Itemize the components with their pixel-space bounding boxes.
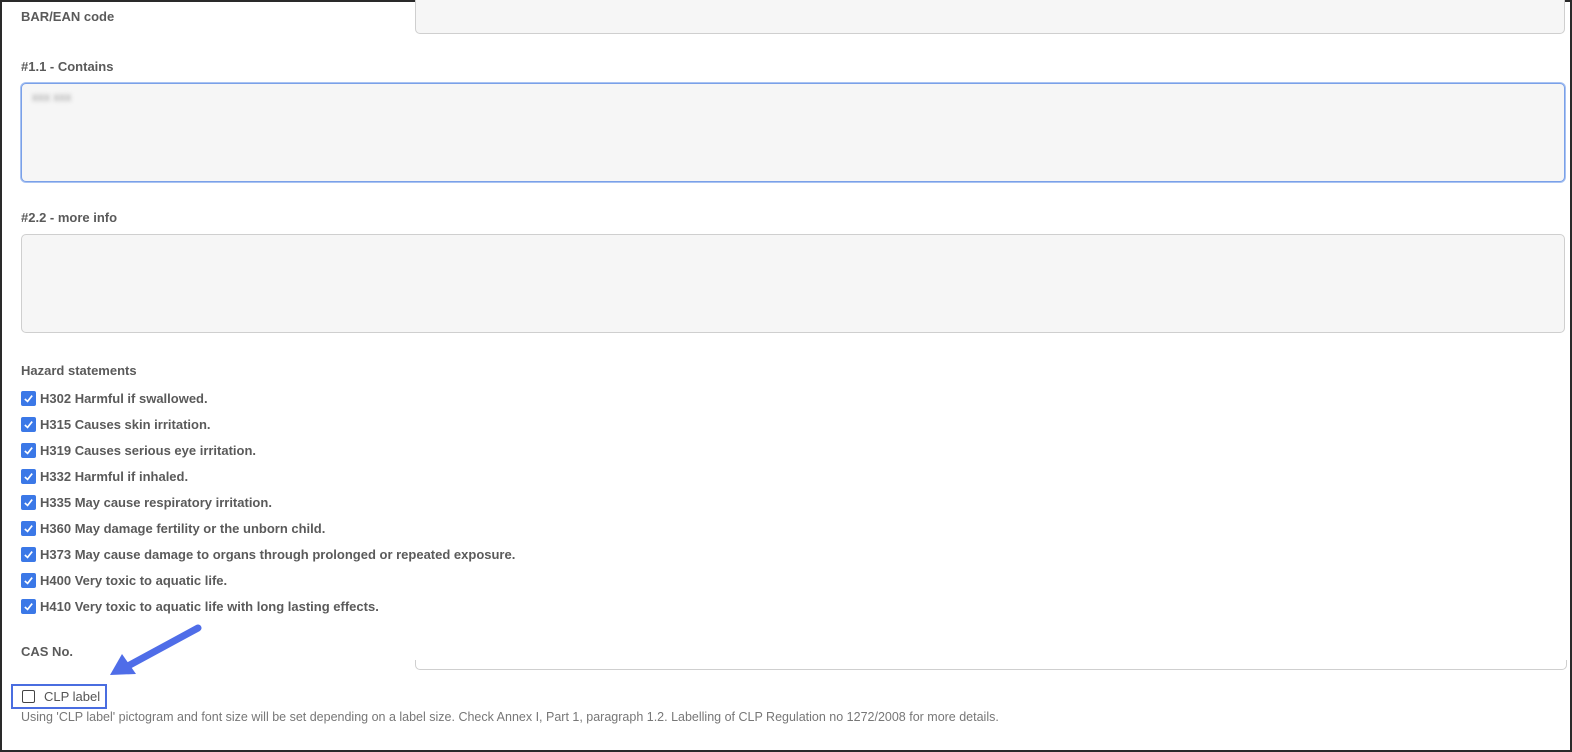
hazard-item-label: H335 May cause respiratory irritation. — [40, 495, 272, 510]
checkbox-checked-icon[interactable] — [21, 417, 36, 433]
more-info-textarea[interactable] — [21, 234, 1565, 333]
clp-label-checkbox[interactable]: CLP label — [11, 684, 107, 709]
checkbox-checked-icon[interactable] — [21, 391, 36, 407]
barcode-label: BAR/EAN code — [21, 9, 115, 24]
checkbox-checked-icon[interactable] — [21, 546, 36, 562]
checkbox-checked-icon[interactable] — [21, 495, 36, 510]
checkbox-checked-icon[interactable] — [21, 443, 36, 459]
checkbox-checked-icon[interactable] — [21, 469, 36, 485]
barcode-input[interactable] — [415, 0, 1565, 34]
hazard-item-label: H400 Very toxic to aquatic life. — [40, 572, 228, 588]
hazard-item-label: H302 Harmful if swallowed. — [40, 391, 208, 407]
cas-label: CAS No. — [21, 644, 73, 659]
hazard-item[interactable]: H319 Causes serious eye irritation. — [21, 438, 515, 464]
clp-label-text: CLP label — [44, 689, 101, 704]
hazard-item-label: H373 May cause damage to organs through … — [40, 546, 516, 562]
clp-help-text: Using 'CLP label' pictogram and font siz… — [21, 710, 999, 724]
checkbox-checked-icon[interactable] — [21, 572, 36, 588]
contains-textarea[interactable]: xxx xxx — [21, 83, 1565, 182]
hazard-statements-label: Hazard statements — [21, 363, 137, 378]
hazard-item[interactable]: H332 Harmful if inhaled. — [21, 464, 515, 490]
checkbox-checked-icon[interactable] — [21, 520, 36, 536]
hazard-item[interactable]: H302 Harmful if swallowed. — [21, 386, 515, 412]
hazard-item[interactable]: H373 May cause damage to organs through … — [21, 541, 515, 567]
contains-label: #1.1 - Contains — [21, 59, 114, 74]
checkbox-checked-icon[interactable] — [21, 598, 36, 614]
hazard-item-label: H360 May damage fertility or the unborn … — [40, 520, 326, 536]
hazard-item-label: H315 Causes skin irritation. — [40, 417, 211, 433]
checkbox-unchecked-icon[interactable] — [22, 690, 35, 703]
hazard-item[interactable]: H360 May damage fertility or the unborn … — [21, 515, 515, 541]
hazard-item[interactable]: H410 Very toxic to aquatic life with lon… — [21, 593, 515, 619]
hazard-item-label: H410 Very toxic to aquatic life with lon… — [40, 598, 379, 614]
hazard-item-label: H332 Harmful if inhaled. — [40, 469, 189, 485]
contains-value: xxx xxx — [32, 90, 72, 104]
hazard-item[interactable]: H315 Causes skin irritation. — [21, 412, 515, 438]
more-info-label: #2.2 - more info — [21, 210, 118, 225]
hazard-list: H302 Harmful if swallowed. H315 Causes s… — [21, 386, 515, 619]
hazard-item[interactable]: H400 Very toxic to aquatic life. — [21, 567, 515, 593]
cas-input[interactable] — [415, 660, 1567, 670]
hazard-item[interactable]: H335 May cause respiratory irritation. — [21, 490, 515, 516]
hazard-item-label: H319 Causes serious eye irritation. — [40, 443, 257, 459]
annotation-arrow-icon — [110, 624, 202, 675]
